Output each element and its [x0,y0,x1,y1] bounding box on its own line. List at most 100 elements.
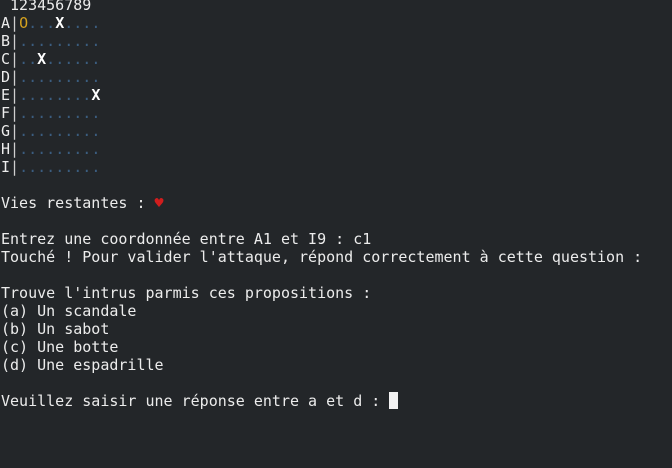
row-label: D [1,68,11,86]
board-cell-empty: . [64,104,74,122]
row-separator: | [10,86,20,104]
row-separator: | [10,104,20,122]
board-cell-empty: . [82,50,92,68]
board-cell-empty: . [55,104,65,122]
board-cell-empty: . [46,140,56,158]
board-cell-empty: . [64,158,74,176]
board-cell-hit: X [37,50,47,68]
board-cell-hit: X [55,14,65,32]
board-cell-empty: . [19,140,29,158]
board-cell-empty: . [82,140,92,158]
board-cell-empty: . [82,86,92,104]
board-cell-hit: X [91,86,101,104]
board-cell-empty: . [46,50,56,68]
board-cell-empty: . [91,32,101,50]
row-label: F [1,104,11,122]
board-cell-empty: . [55,32,65,50]
board-cell-empty: . [91,158,101,176]
board-cell-empty: . [28,86,38,104]
board-cell-empty: . [55,50,65,68]
board-cell-empty: . [46,104,56,122]
board-cell-empty: . [37,104,47,122]
answer-option-c: (c) Une botte [1,338,119,356]
board-cell-empty: . [46,158,56,176]
board-cell-empty: . [19,32,29,50]
board-row-f: F|......... [1,104,671,122]
board-row-e: E|........X [1,86,671,104]
board-cell-empty: . [46,32,56,50]
row-label: G [1,122,11,140]
board-cell-empty: . [91,140,101,158]
board-cell-empty: . [64,32,74,50]
answer-option-b: (b) Un sabot [1,320,110,338]
board-cell-empty: . [73,32,83,50]
row-label: I [1,158,11,176]
board-cell-empty: . [73,104,83,122]
answer-option-a: (a) Un scandale [1,302,137,320]
answer-prompt: Veuillez saisir une réponse entre a et d… [1,392,390,410]
board-cell-empty: . [91,50,101,68]
board-cell-empty: . [73,50,83,68]
board-cell-empty: . [28,104,38,122]
board-row-d: D|......... [1,68,671,86]
board-cell-empty: . [37,86,47,104]
board-cell-empty: . [64,50,74,68]
lives-label: Vies restantes : [1,194,155,212]
row-label: A [1,14,11,32]
board-cell-empty: . [73,68,83,86]
board-cell-empty: . [55,68,65,86]
board-cell-empty: . [91,122,101,140]
board-cell-empty: . [82,68,92,86]
board-cell-empty: . [46,68,56,86]
board-cell-empty: . [28,50,38,68]
board-cell-empty: . [28,158,38,176]
board-cell-empty: . [19,50,29,68]
row-separator: | [10,158,20,176]
coordinate-prompt: Entrez une coordonnée entre A1 et I9 : c… [1,230,372,248]
board-cell-empty: . [37,68,47,86]
board-cell-empty: . [19,104,29,122]
board-cell-miss: O [19,14,29,32]
board-cell-empty: . [91,68,101,86]
board-row-h: H|......... [1,140,671,158]
board-row-a: A|O...X.... [1,14,671,32]
board-cell-empty: . [82,14,92,32]
board-cell-empty: . [19,158,29,176]
board-cell-empty: . [91,14,101,32]
answer-input-line[interactable]: Veuillez saisir une réponse entre a et d… [1,392,671,410]
board-cell-empty: . [46,122,56,140]
question-title: Trouve l'intrus parmis ces propositions … [1,284,372,302]
board-cell-empty: . [46,86,56,104]
board-row-i: I|......... [1,158,671,176]
board-cell-empty: . [64,122,74,140]
row-label: E [1,86,11,104]
terminal-window: 123456789 A|O...X.... B|......... C|..X...… [1,0,671,410]
board-row-b: B|......... [1,32,671,50]
row-separator: | [10,14,20,32]
board-row-c: C|..X...... [1,50,671,68]
board-cell-empty: . [82,104,92,122]
board-cell-empty: . [82,32,92,50]
hit-message: Touché ! Pour valider l'attaque, répond … [1,248,643,266]
board-cell-empty: . [64,68,74,86]
heart-icon: ♥ [154,194,164,212]
board-cell-empty: . [28,14,38,32]
board-cell-empty: . [28,68,38,86]
board-cell-empty: . [55,158,65,176]
board-cell-empty: . [19,86,29,104]
board-cell-empty: . [28,32,38,50]
board-column-header: 123456789 [1,0,92,14]
lives-line: Vies restantes : ♥ [1,194,671,212]
board-cell-empty: . [37,140,47,158]
row-separator: | [10,140,20,158]
board-cell-empty: . [37,14,47,32]
board-cell-empty: . [73,140,83,158]
text-cursor[interactable] [389,392,399,409]
board-cell-empty: . [19,68,29,86]
board-row-g: G|......... [1,122,671,140]
board-cell-empty: . [28,140,38,158]
